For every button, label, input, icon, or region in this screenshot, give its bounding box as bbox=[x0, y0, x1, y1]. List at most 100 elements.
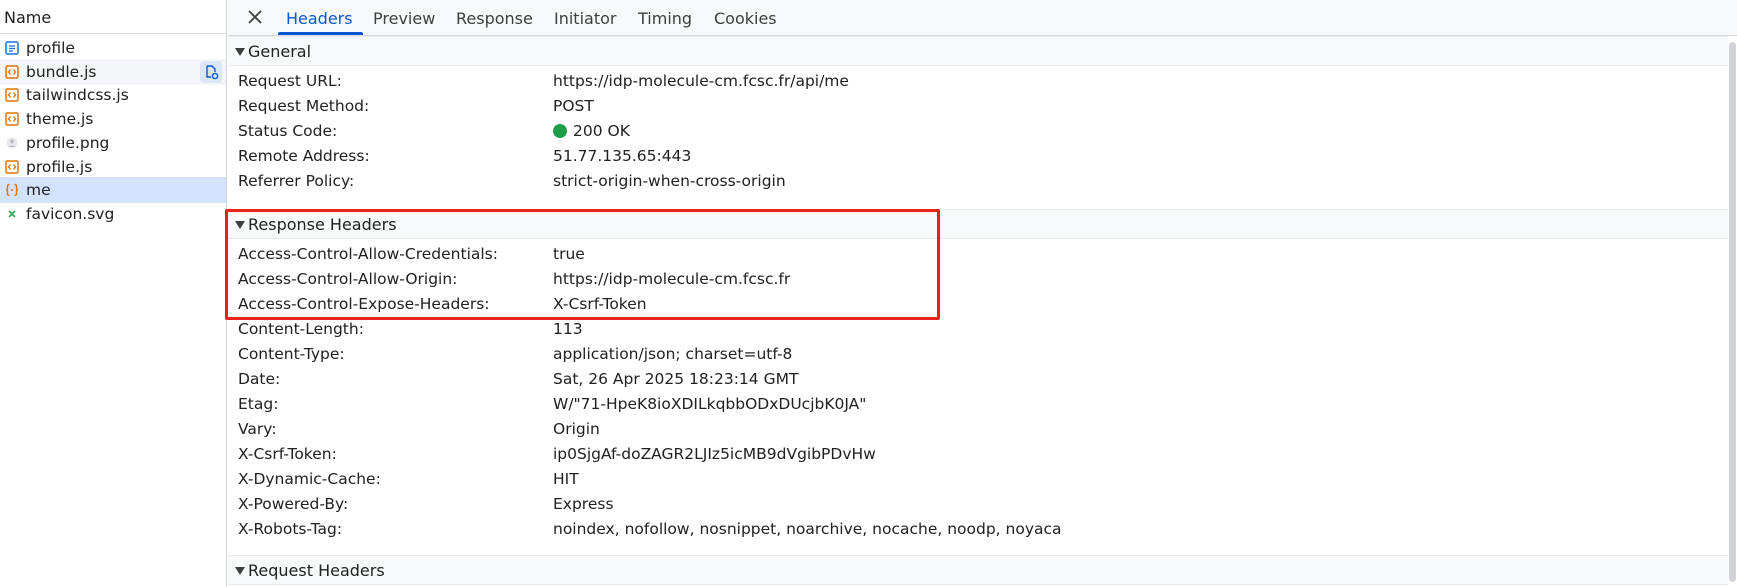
header-value[interactable]: true bbox=[553, 245, 585, 263]
header-row: Referrer Policy: strict-origin-when-cross… bbox=[228, 170, 1728, 195]
request-row-bundle-js[interactable]: bundle.js bbox=[0, 58, 226, 85]
header-value[interactable]: HIT bbox=[553, 470, 579, 488]
header-name: X-Dynamic-Cache: bbox=[238, 470, 381, 488]
request-row-profile[interactable]: profile bbox=[0, 35, 226, 61]
expand-triangle-icon bbox=[235, 567, 245, 575]
header-value[interactable]: strict-origin-when-cross-origin bbox=[553, 172, 786, 190]
request-name: profile bbox=[26, 39, 75, 57]
header-value[interactable]: 200 OK bbox=[553, 122, 630, 140]
header-name: X-Csrf-Token: bbox=[238, 445, 337, 463]
script-icon bbox=[5, 159, 19, 174]
headers-content: General Request URL: https://idp-molecule… bbox=[228, 36, 1728, 587]
request-name: profile.png bbox=[26, 133, 110, 152]
document-icon bbox=[5, 41, 19, 55]
header-name: Referrer Policy: bbox=[238, 172, 355, 190]
image-icon bbox=[6, 137, 18, 149]
header-name: Access-Control-Allow-Credentials: bbox=[238, 245, 498, 263]
request-name: profile.js bbox=[26, 157, 93, 176]
header-row: Date: Sat, 26 Apr 2025 18:23:14 GMT bbox=[228, 368, 1728, 393]
request-details-panel: Headers Preview Response Initiator Timin… bbox=[228, 0, 1737, 587]
scrollbar-thumb[interactable] bbox=[1729, 42, 1736, 582]
header-row: Vary: Origin bbox=[228, 418, 1728, 443]
section-title: Request Headers bbox=[248, 561, 385, 580]
header-name: Request Method: bbox=[238, 97, 370, 115]
header-row: X-Powered-By: Express bbox=[228, 493, 1728, 518]
header-row: Status Code: 200 OK bbox=[228, 120, 1728, 145]
tab-initiator[interactable]: Initiator bbox=[554, 0, 616, 36]
details-tabbar: Headers Preview Response Initiator Timin… bbox=[228, 0, 1737, 36]
header-row: Access-Control-Allow-Credentials: true bbox=[228, 243, 1728, 268]
script-icon bbox=[5, 64, 19, 79]
header-name: Content-Length: bbox=[238, 320, 364, 338]
vertical-scrollbar[interactable] bbox=[1728, 36, 1737, 587]
name-column-header[interactable]: Name bbox=[0, 0, 226, 34]
override-content-button[interactable] bbox=[200, 60, 222, 83]
script-icon bbox=[5, 112, 19, 126]
request-row-profile-png[interactable]: profile.png bbox=[0, 130, 226, 156]
header-value[interactable]: POST bbox=[553, 97, 594, 115]
request-row-me[interactable]: me bbox=[0, 177, 226, 204]
tab-preview[interactable]: Preview bbox=[373, 0, 435, 36]
request-list-panel: Name profile bundle.js tailwindcss.js th… bbox=[0, 0, 227, 587]
header-row: X-Csrf-Token: ip0SjgAf-doZAGR2LJIz5icMB9d… bbox=[228, 443, 1728, 468]
json-icon bbox=[5, 183, 19, 197]
section-title: Response Headers bbox=[248, 215, 397, 234]
header-name: Remote Address: bbox=[238, 147, 370, 165]
header-row: Access-Control-Allow-Origin: https://idp-… bbox=[228, 268, 1728, 293]
header-value[interactable]: Express bbox=[553, 495, 614, 513]
header-value[interactable]: Sat, 26 Apr 2025 18:23:14 GMT bbox=[553, 370, 798, 388]
section-response-headers-header[interactable]: Response Headers bbox=[228, 209, 1728, 239]
header-row: Remote Address: 51.77.135.65:443 bbox=[228, 145, 1728, 170]
header-row: Etag: W/"71-HpeK8ioXDILkqbbODxDUcjbK0JA" bbox=[228, 393, 1728, 418]
request-row-favicon-svg[interactable]: favicon.svg bbox=[0, 201, 226, 227]
header-value[interactable]: https://idp-molecule-cm.fcsc.fr/api/me bbox=[553, 72, 849, 90]
status-ok-icon bbox=[553, 124, 567, 138]
header-value[interactable]: 51.77.135.65:443 bbox=[553, 147, 691, 165]
expand-triangle-icon bbox=[235, 48, 245, 56]
tab-timing[interactable]: Timing bbox=[638, 0, 692, 36]
tab-headers[interactable]: Headers bbox=[278, 0, 363, 36]
header-value[interactable]: https://idp-molecule-cm.fcsc.fr bbox=[553, 270, 790, 288]
header-name: Content-Type: bbox=[238, 345, 345, 363]
header-name: X-Powered-By: bbox=[238, 495, 349, 513]
section-title: General bbox=[248, 42, 312, 61]
request-name: bundle.js bbox=[26, 62, 97, 81]
header-row: Content-Type: application/json; charset=u… bbox=[228, 343, 1728, 368]
header-row: Request URL: https://idp-molecule-cm.fcsc… bbox=[228, 70, 1728, 95]
section-general-header[interactable]: General bbox=[228, 36, 1728, 66]
header-value[interactable]: noindex, nofollow, nosnippet, noarchive,… bbox=[553, 520, 1062, 538]
svg-icon bbox=[8, 210, 16, 218]
header-value[interactable]: W/"71-HpeK8ioXDILkqbbODxDUcjbK0JA" bbox=[553, 395, 866, 413]
header-row: Content-Length: 113 bbox=[228, 318, 1728, 343]
file-sync-icon bbox=[206, 64, 219, 79]
header-value[interactable]: ip0SjgAf-doZAGR2LJIz5icMB9dVgibPDvHw bbox=[553, 445, 876, 463]
tab-response[interactable]: Response bbox=[456, 0, 533, 36]
request-row-profile-js[interactable]: profile.js bbox=[0, 154, 226, 180]
request-name: tailwindcss.js bbox=[26, 86, 129, 105]
request-row-theme-js[interactable]: theme.js bbox=[0, 106, 226, 132]
header-name: X-Robots-Tag: bbox=[238, 520, 343, 538]
header-value[interactable]: 113 bbox=[553, 320, 583, 338]
request-row-tailwindcss-js[interactable]: tailwindcss.js bbox=[0, 82, 226, 108]
active-tab-indicator bbox=[278, 32, 363, 35]
header-row: Access-Control-Expose-Headers: X-Csrf-Tok… bbox=[228, 293, 1728, 318]
script-icon bbox=[5, 88, 19, 103]
request-name: me bbox=[26, 181, 51, 200]
header-value[interactable]: application/json; charset=utf-8 bbox=[553, 345, 792, 363]
header-value[interactable]: X-Csrf-Token bbox=[553, 295, 647, 313]
section-request-headers-header[interactable]: Request Headers bbox=[228, 555, 1728, 585]
header-name: Date: bbox=[238, 370, 281, 388]
header-row: X-Dynamic-Cache: HIT bbox=[228, 468, 1728, 493]
header-row: Request Method: POST bbox=[228, 95, 1728, 120]
close-icon[interactable] bbox=[244, 6, 266, 28]
header-name: Status Code: bbox=[238, 122, 338, 140]
header-name: Etag: bbox=[238, 395, 279, 413]
status-code-text: 200 OK bbox=[573, 122, 630, 140]
header-name: Access-Control-Expose-Headers: bbox=[238, 295, 490, 313]
header-name: Access-Control-Allow-Origin: bbox=[238, 270, 458, 288]
tab-cookies[interactable]: Cookies bbox=[714, 0, 777, 36]
header-value[interactable]: Origin bbox=[553, 420, 600, 438]
request-name: theme.js bbox=[26, 110, 94, 129]
expand-triangle-icon bbox=[235, 221, 245, 229]
header-row: X-Robots-Tag: noindex, nofollow, nosnippe… bbox=[228, 518, 1728, 543]
